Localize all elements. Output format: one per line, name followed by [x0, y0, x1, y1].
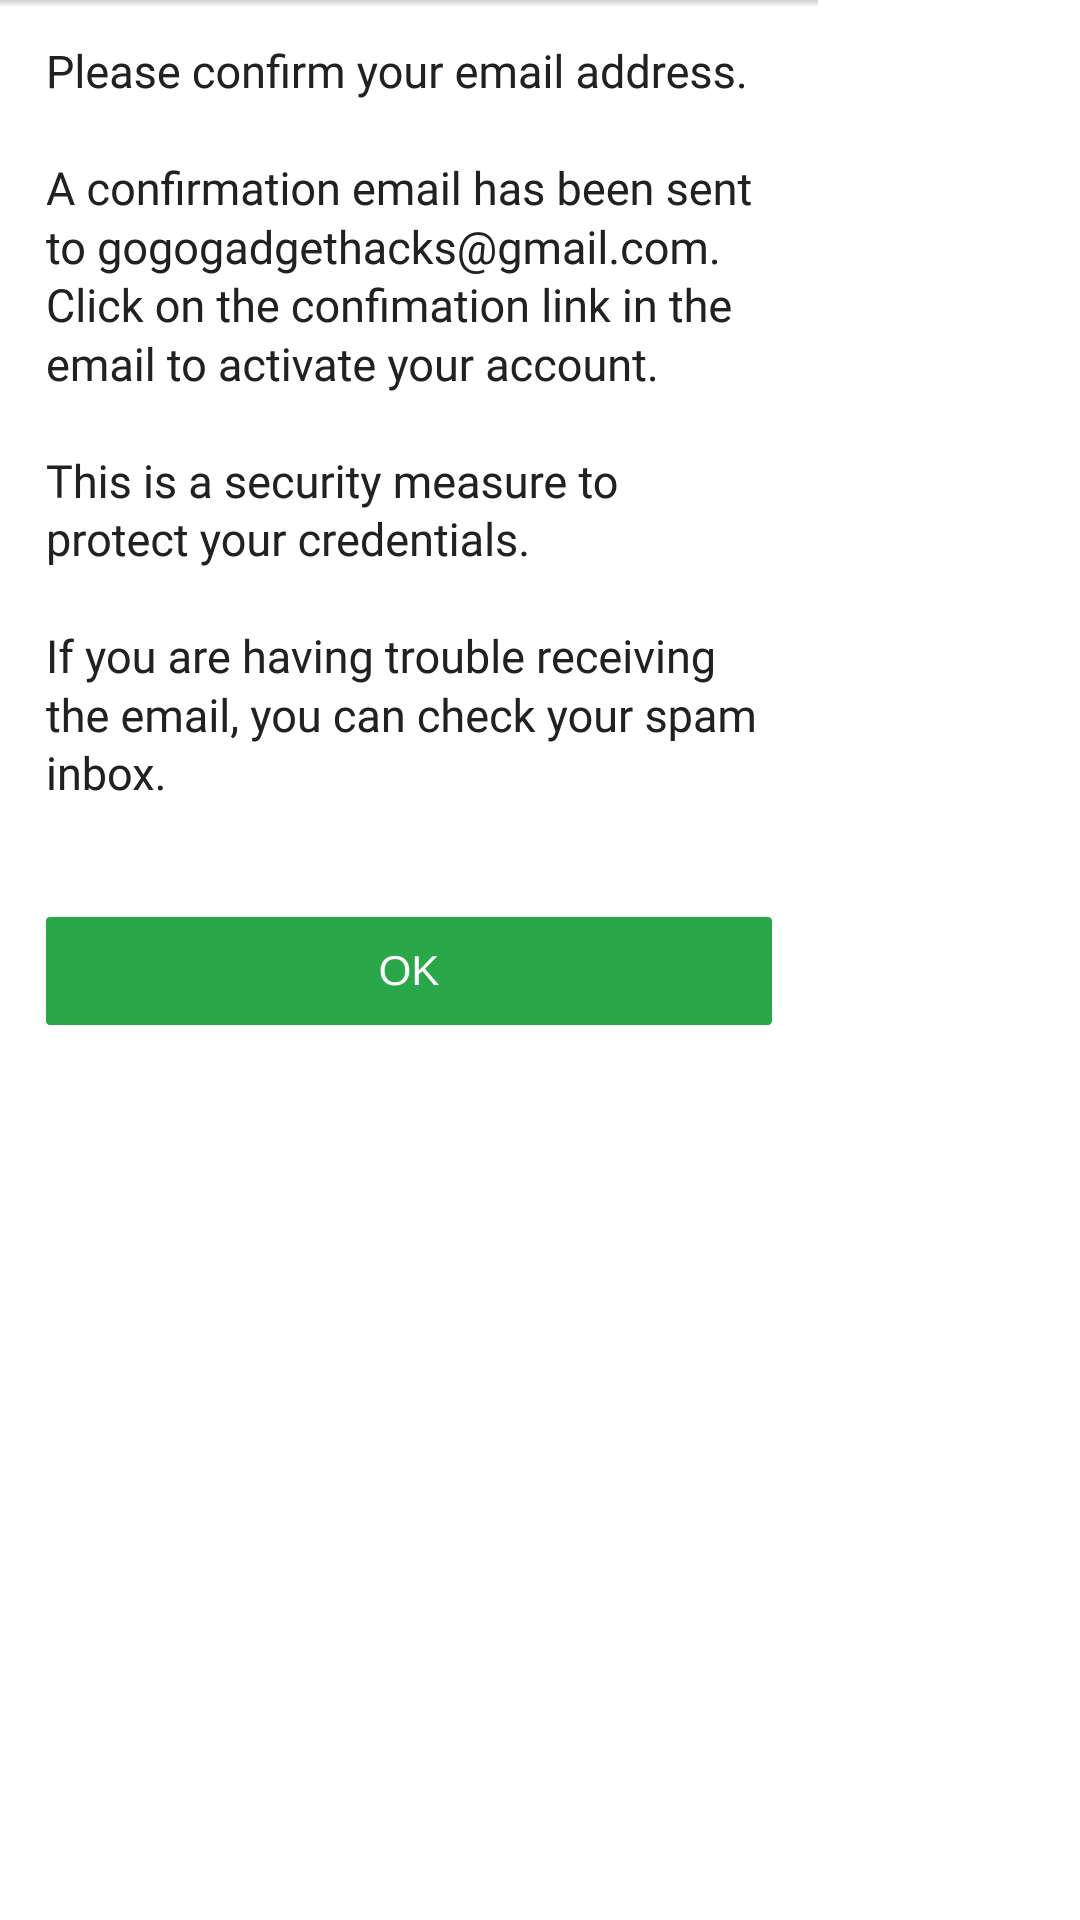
- dialog-message: Please confirm your email address. A con…: [46, 44, 772, 805]
- dialog-paragraph-1: Please confirm your email address.: [46, 46, 748, 99]
- dialog-paragraph-3: This is a security measure to protect yo…: [46, 456, 630, 568]
- dialog-paragraph-2: A confirmation email has been sent to go…: [46, 163, 763, 392]
- dialog-paragraph-4: If you are having trouble receiving the …: [46, 631, 768, 801]
- dialog-content: Please confirm your email address. A con…: [0, 6, 818, 805]
- ok-button[interactable]: OK: [46, 917, 772, 1025]
